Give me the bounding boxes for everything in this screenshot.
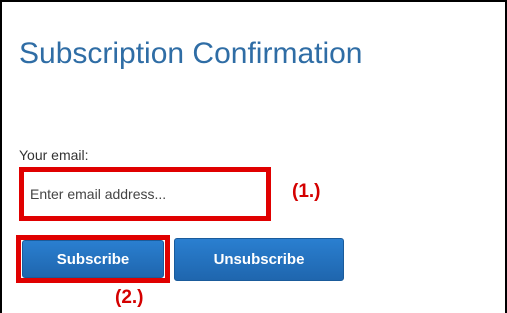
callout-2-label: (2.): [115, 287, 144, 308]
subscription-panel: Subscription Confirmation Your email: (1…: [0, 0, 507, 313]
subscribe-button[interactable]: Subscribe: [22, 240, 164, 278]
email-field[interactable]: [19, 167, 271, 221]
callout-1-label: (1.): [292, 181, 321, 202]
unsubscribe-button[interactable]: Unsubscribe: [174, 238, 344, 281]
page-title: Subscription Confirmation: [19, 37, 363, 70]
email-label: Your email:: [19, 147, 89, 163]
